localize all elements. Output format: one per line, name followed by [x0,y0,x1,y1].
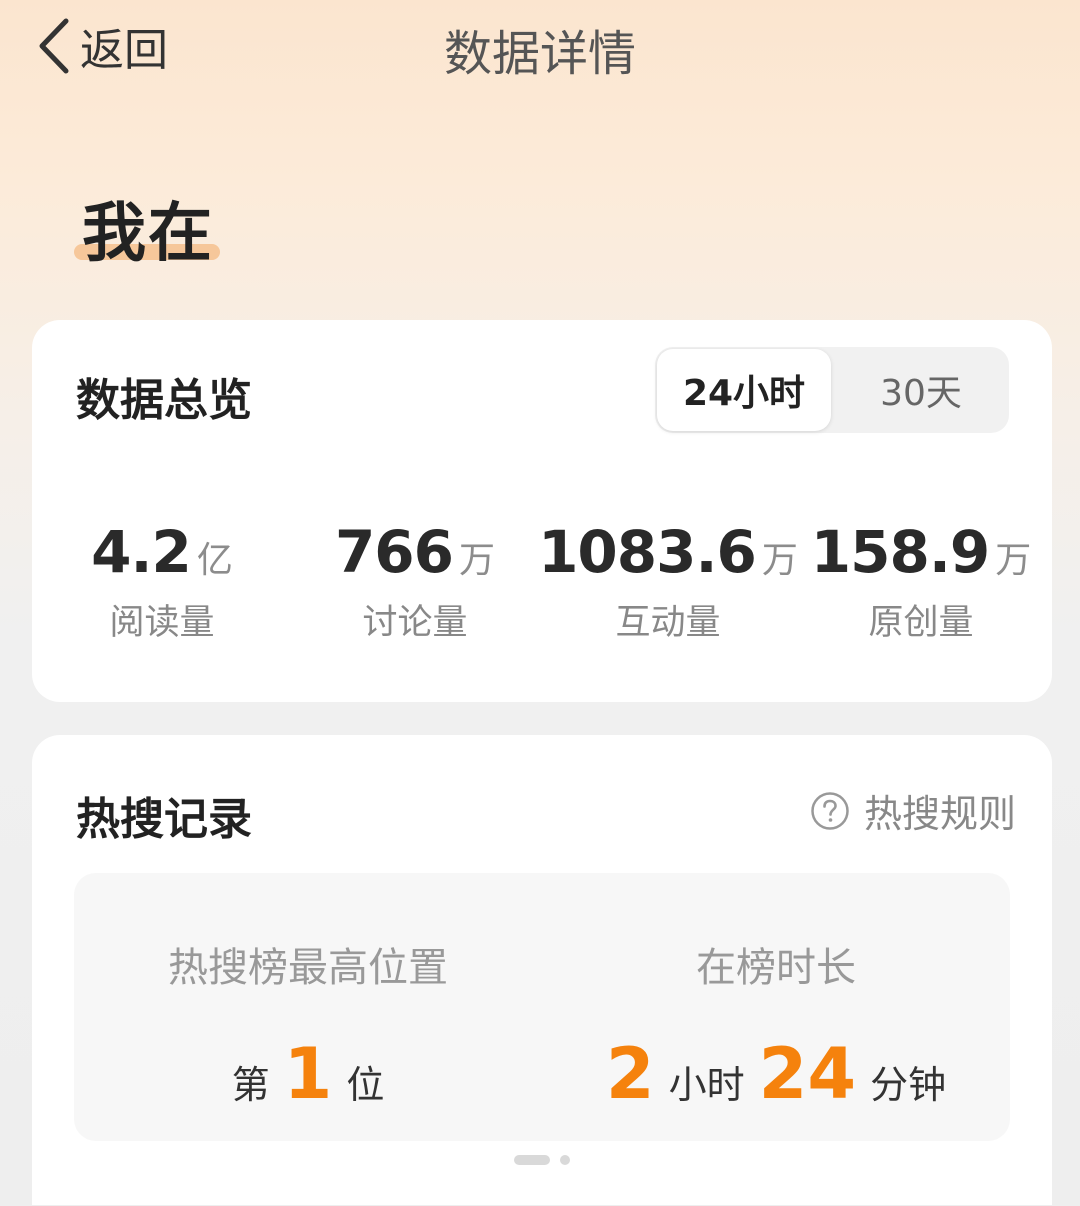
stat-label: 讨论量 [362,603,468,643]
duration-hours: 2 [605,1033,655,1115]
stat-label: 阅读量 [109,603,215,643]
duration-title: 在榜时长 [696,945,856,991]
highest-position: 热搜榜最高位置 第 1 位 [74,935,542,1115]
stat-unit: 亿 [196,540,233,581]
stat-unit: 万 [761,540,798,581]
overview-card: 数据总览 24小时 30天 4.2 亿 阅读量 766 万 讨论量 1083.6… [32,320,1052,702]
hot-search-title: 热搜记录 [76,794,252,845]
rules-label: 热搜规则 [863,792,1016,836]
hot-search-card: 热搜记录 热搜规则 热搜榜最高位置 第 1 位 在榜时长 2 小时 24 分钟 [32,735,1052,1205]
stat-unit: 万 [995,540,1032,581]
topic-heading: 我在 [74,182,220,274]
overview-title: 数据总览 [76,375,252,426]
stat-interactions: 1083.6 万 互动量 [538,518,798,645]
stat-reads: 4.2 亿 阅读量 [37,518,287,645]
stat-value: 158.9 [810,518,990,586]
stat-value: 4.2 [91,518,192,586]
page-indicator [514,1155,570,1165]
duration-minutes: 24 [758,1033,857,1115]
position-value: 1 [283,1033,333,1115]
hot-search-summary: 热搜榜最高位置 第 1 位 在榜时长 2 小时 24 分钟 [74,873,1010,1141]
minutes-unit: 分钟 [870,1063,947,1107]
stat-value: 766 [334,518,454,586]
stat-discussions: 766 万 讨论量 [290,518,540,645]
stat-unit: 万 [459,540,496,581]
page-title: 数据详情 [443,26,636,82]
tab-24-hours[interactable]: 24小时 [657,349,831,431]
time-range-switch: 24小时 30天 [655,347,1009,433]
position-suffix: 位 [346,1063,385,1107]
tab-30-days[interactable]: 30天 [833,347,1009,433]
stat-label: 互动量 [615,603,721,643]
highest-position-title: 热搜榜最高位置 [168,945,448,991]
topic-name: 我在 [82,197,214,271]
position-prefix: 第 [231,1063,270,1107]
page-dot [560,1155,570,1165]
stat-originals: 158.9 万 原创量 [796,518,1046,645]
stat-value: 1083.6 [538,518,757,586]
question-circle-icon [811,791,849,830]
hot-search-rules-link[interactable]: 热搜规则 [810,783,1016,838]
stat-label: 原创量 [868,603,974,643]
page-dot-active [514,1155,550,1165]
top-bar: 返回 数据详情 [0,0,1080,96]
on-list-duration: 在榜时长 2 小时 24 分钟 [542,935,1010,1115]
hours-unit: 小时 [668,1063,745,1107]
